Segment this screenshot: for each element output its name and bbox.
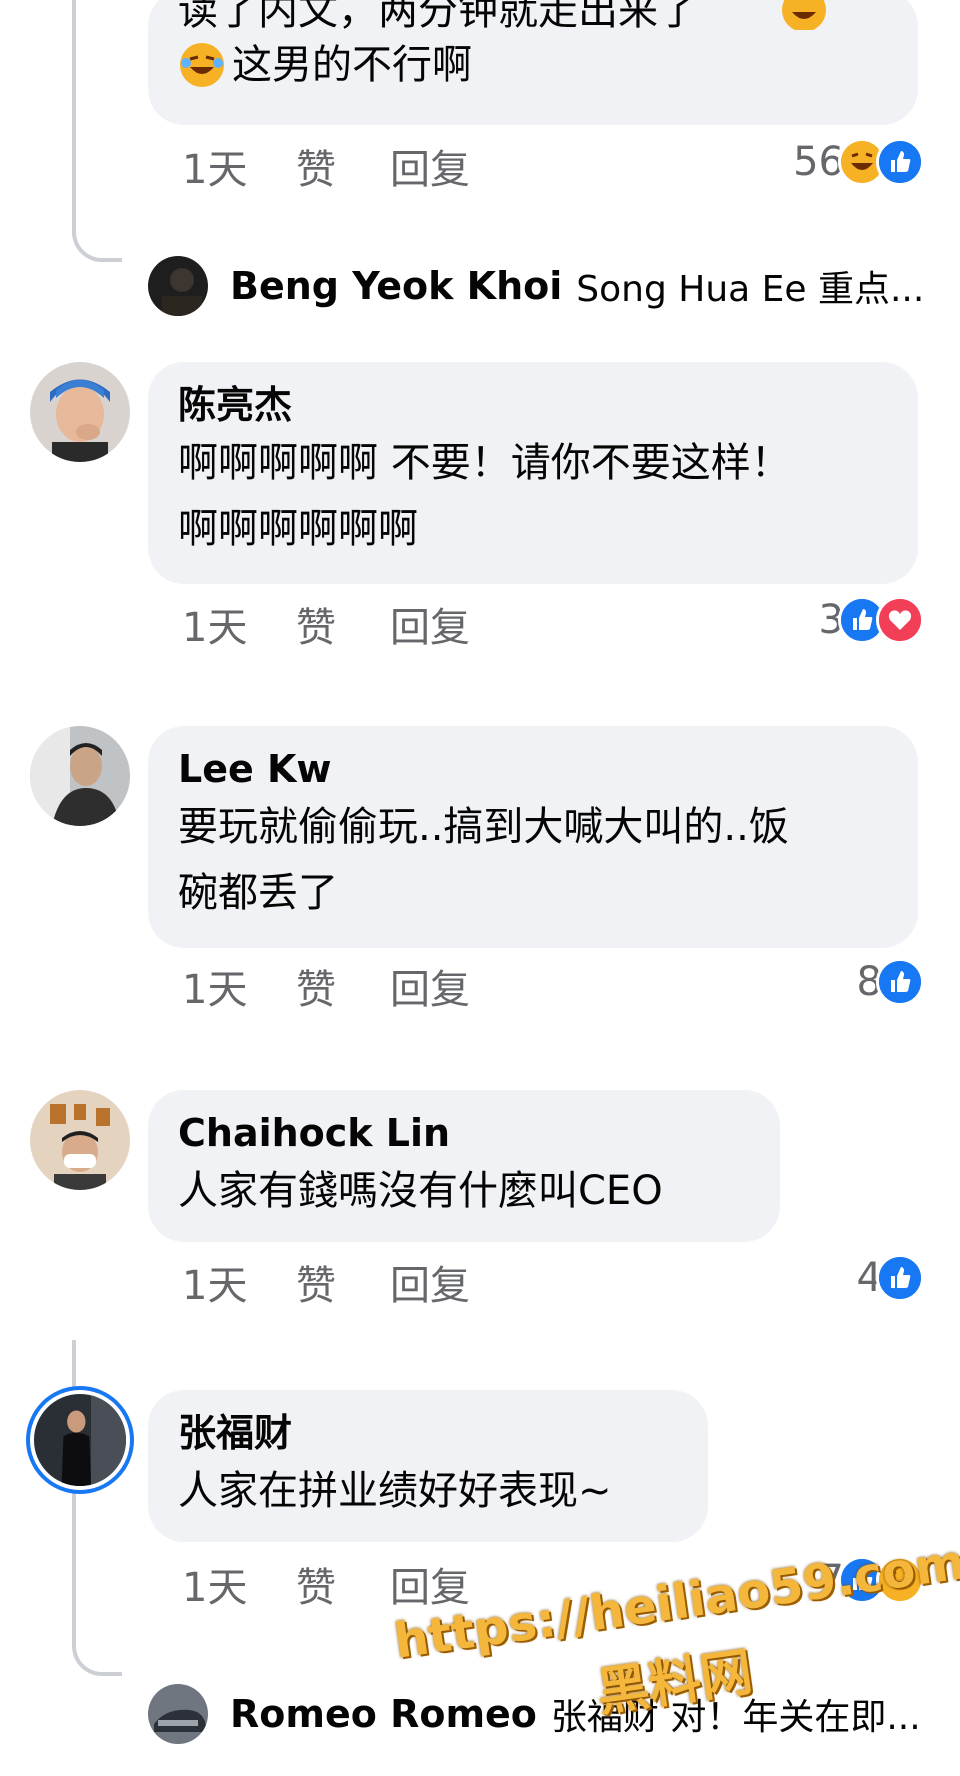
comment-author[interactable]: Lee Kw [178,744,888,794]
comment-text-line: 啊啊啊啊啊 不要！请你不要这样！ [178,440,791,486]
thread-curve-bottom [72,1630,122,1676]
like-button[interactable]: 赞 [296,964,336,1016]
avatar[interactable] [30,1090,130,1190]
reply-button[interactable]: 回复 [390,602,470,654]
avatar[interactable] [148,256,208,316]
comment-text-line: 这男的不行啊 [178,32,888,98]
reaction-summary[interactable]: 8 [857,956,924,1008]
thread-line-top [72,0,76,236]
timestamp[interactable]: 1天 [182,1562,247,1614]
comment-text-line: 啊啊啊啊啊啊 [178,506,418,552]
like-button[interactable]: 赞 [296,1260,336,1312]
reply-button[interactable]: 回复 [390,964,470,1016]
like-button[interactable]: 赞 [296,602,336,654]
reply-preview[interactable]: Beng Yeok Khoi Song Hua Ee 重点... [148,256,924,316]
timestamp[interactable]: 1天 [182,1260,247,1312]
reply-author[interactable]: Romeo Romeo [230,1692,537,1736]
thread-curve-top [72,226,122,262]
comment-text-line: 碗都丢了 [178,870,338,916]
reaction-summary[interactable]: 3 [819,594,924,646]
avatar[interactable] [148,1684,208,1744]
comment-text-line: 要玩就偷偷玩..搞到大喊大叫的..饭 [178,804,789,850]
like-button[interactable]: 赞 [296,144,336,196]
comment-author[interactable]: Chaihock Lin [178,1108,750,1158]
timestamp[interactable]: 1天 [182,602,247,654]
reaction-summary[interactable]: 56 [793,136,924,188]
like-icon [876,1254,924,1302]
avatar[interactable] [34,1394,126,1486]
reaction-summary[interactable]: 4 [857,1252,924,1304]
comment-bubble[interactable]: Chaihock Lin 人家有錢嗎沒有什麼叫CEO [148,1090,780,1242]
like-icon [876,958,924,1006]
timestamp[interactable]: 1天 [182,144,247,196]
timestamp[interactable]: 1天 [182,964,247,1016]
reply-button[interactable]: 回复 [390,144,470,196]
comment-author[interactable]: 张福财 [178,1408,678,1458]
like-icon [876,138,924,186]
reply-author[interactable]: Beng Yeok Khoi [230,264,562,308]
comment-author[interactable]: 陈亮杰 [178,380,888,430]
love-icon [876,596,924,644]
reply-text: Song Hua Ee 重点... [576,269,925,310]
comment-text-line: 人家有錢嗎沒有什麼叫CEO [178,1168,663,1214]
avatar[interactable] [30,362,130,462]
laugh-cry-icon [178,41,226,89]
reaction-count: 56 [793,139,844,185]
reply-preview[interactable]: Romeo Romeo 张福财 对！年关在即... [148,1684,921,1744]
thread-line-bottom [72,1340,76,1640]
laugh-cry-icon [780,0,828,30]
avatar[interactable] [30,726,130,826]
comment-bubble[interactable]: 张福财 人家在拼业绩好好表现~ [148,1390,708,1542]
comment-text-line: 人家在拼业绩好好表现~ [178,1468,612,1514]
reply-button[interactable]: 回复 [390,1260,470,1312]
like-button[interactable]: 赞 [296,1562,336,1614]
comment-bubble[interactable]: Lee Kw 要玩就偷偷玩..搞到大喊大叫的..饭 碗都丢了 [148,726,918,948]
comment-bubble[interactable]: 陈亮杰 啊啊啊啊啊 不要！请你不要这样！ 啊啊啊啊啊啊 [148,362,918,584]
